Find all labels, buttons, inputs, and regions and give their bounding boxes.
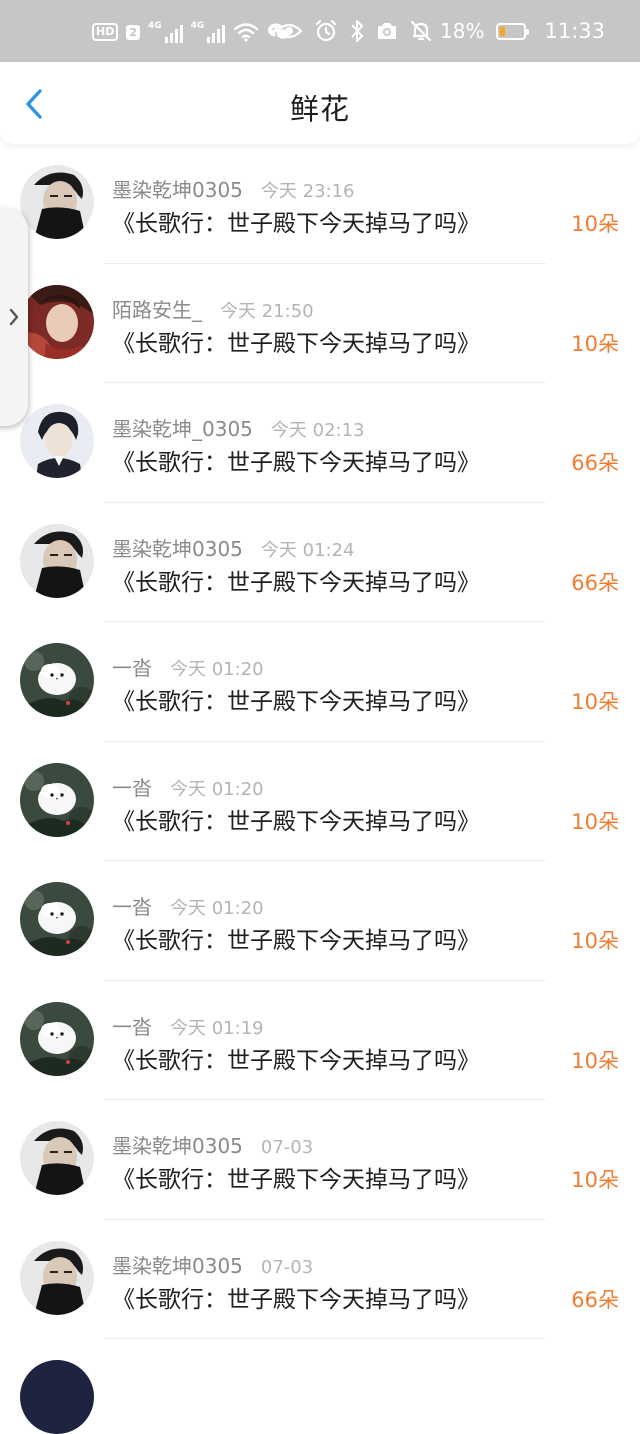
eye-icon — [276, 22, 303, 40]
username[interactable]: 墨染乾坤0305 — [112, 533, 243, 562]
avatar[interactable] — [20, 165, 94, 239]
flower-record-list: 墨染乾坤0305 今天 23:16 《长歌行：世子殿下今天掉马了吗》 10朵 陌路安生_… — [0, 144, 640, 1339]
username[interactable]: 陌路安生_ — [112, 294, 202, 323]
timestamp: 今天 01:20 — [170, 898, 264, 919]
bluetooth-icon — [350, 19, 364, 43]
wifi-icon — [233, 22, 259, 42]
divider — [104, 1338, 546, 1339]
list-item[interactable]: 一沓 今天 01:20 《长歌行：世子殿下今天掉马了吗》 10朵 — [0, 861, 640, 981]
username[interactable]: 墨染乾坤0305 — [112, 1250, 243, 1279]
username[interactable]: 一沓 — [112, 1011, 152, 1040]
book-title[interactable]: 《长歌行：世子殿下今天掉马了吗》 — [112, 921, 480, 955]
timestamp: 今天 01:20 — [170, 659, 264, 680]
avatar[interactable] — [20, 1360, 94, 1434]
item-meta: 陌路安生_ 今天 21:50 — [112, 294, 314, 323]
timestamp: 今天 23:16 — [260, 181, 355, 202]
flower-count: 10朵 — [571, 1048, 619, 1073]
flower-count: 10朵 — [571, 690, 619, 714]
book-title[interactable]: 《长歌行：世子殿下今天掉马了吗》 — [112, 324, 480, 358]
list-item[interactable]: 墨染乾坤_0305 今天 02:13 《长歌行：世子殿下今天掉马了吗》 66朵 — [0, 383, 640, 503]
avatar[interactable] — [20, 284, 94, 359]
list-item[interactable]: 陌路安生_ 今天 21:50 《长歌行：世子殿下今天掉马了吗》 10朵 — [0, 264, 640, 383]
flower-count: 66朵 — [571, 1287, 619, 1312]
username[interactable]: 墨染乾坤0305 — [112, 1130, 243, 1159]
item-meta: 墨染乾坤0305 07-03 — [112, 1130, 313, 1159]
sim-badge: 2 — [126, 24, 140, 40]
list-item[interactable]: 一沓 今天 01:20 《长歌行：世子殿下今天掉马了吗》 10朵 — [0, 622, 640, 742]
item-meta: 一沓 今天 01:20 — [112, 652, 264, 681]
page-title: 鲜花 — [289, 92, 350, 126]
timestamp: 今天 02:13 — [270, 420, 365, 441]
nav-header: 鲜花 — [0, 62, 640, 144]
alarm-icon — [314, 19, 338, 43]
camera-icon — [376, 21, 398, 41]
book-title[interactable]: 《长歌行：世子殿下今天掉马了吗》 — [112, 802, 480, 836]
mute-icon — [410, 20, 432, 42]
list-item[interactable]: 一沓 今天 01:20 《长歌行：世子殿下今天掉马了吗》 10朵 — [0, 742, 640, 861]
item-meta: 一沓 今天 01:20 — [112, 891, 264, 920]
avatar[interactable] — [20, 762, 94, 837]
book-title[interactable]: 《长歌行：世子殿下今天掉马了吗》 — [112, 204, 480, 238]
item-meta: 墨染乾坤0305 今天 23:16 — [112, 174, 355, 203]
flower-count: 10朵 — [571, 331, 619, 356]
status-bar: HD 2 4G 4G 18% 11:33 — [0, 0, 640, 62]
book-title[interactable]: 《长歌行：世子殿下今天掉马了吗》 — [112, 1041, 480, 1075]
timestamp: 今天 21:50 — [220, 300, 314, 322]
username[interactable]: 一沓 — [112, 891, 152, 920]
book-title[interactable]: 《长歌行：世子殿下今天掉马了吗》 — [112, 1160, 480, 1194]
flower-count: 10朵 — [571, 929, 619, 953]
timestamp: 07-03 — [260, 1256, 314, 1278]
avatar[interactable] — [20, 1121, 94, 1195]
list-item[interactable]: 墨染乾坤0305 今天 23:16 《长歌行：世子殿下今天掉马了吗》 10朵 — [0, 144, 640, 264]
item-meta: 墨染乾坤0305 07-03 — [112, 1250, 313, 1279]
timestamp: 今天 01:19 — [170, 1017, 264, 1039]
avatar[interactable] — [20, 1001, 94, 1076]
avatar[interactable] — [20, 404, 94, 478]
list-item[interactable]: 墨染乾坤0305 07-03 《长歌行：世子殿下今天掉马了吗》 66朵 — [0, 1220, 640, 1339]
status-left: HD 2 4G 4G — [92, 18, 292, 46]
signal-icon: 4G — [148, 21, 183, 43]
timestamp: 07-03 — [260, 1137, 314, 1158]
avatar[interactable] — [20, 1240, 94, 1315]
list-item[interactable]: 墨染乾坤0305 07-03 《长歌行：世子殿下今天掉马了吗》 10朵 — [0, 1100, 640, 1220]
status-right: 18% 11:33 — [276, 14, 605, 48]
avatar[interactable] — [20, 882, 94, 956]
username[interactable]: 一沓 — [112, 652, 152, 681]
hd-badge: HD — [92, 23, 119, 41]
flower-count: 66朵 — [571, 451, 619, 475]
side-drawer-handle[interactable] — [0, 208, 28, 426]
signal-icon: 4G — [191, 21, 226, 43]
clock: 11:33 — [544, 19, 605, 43]
username[interactable]: 墨染乾坤_0305 — [112, 413, 253, 442]
network-label: 4G — [190, 21, 205, 31]
book-title[interactable]: 《长歌行：世子殿下今天掉马了吗》 — [112, 563, 480, 597]
avatar[interactable] — [20, 523, 94, 598]
username[interactable]: 墨染乾坤0305 — [112, 174, 243, 203]
battery-level — [500, 26, 506, 36]
chevron-right-icon — [9, 308, 19, 326]
avatar[interactable] — [20, 643, 94, 717]
item-meta: 墨染乾坤0305 今天 01:24 — [112, 533, 355, 562]
network-label: 4G — [148, 21, 162, 31]
battery-icon — [496, 22, 530, 40]
flower-count: 10朵 — [571, 809, 619, 834]
flower-count: 10朵 — [571, 212, 619, 236]
flower-count: 66朵 — [571, 570, 619, 595]
timestamp: 今天 01:24 — [260, 539, 355, 561]
timestamp: 今天 01:20 — [170, 778, 264, 800]
list-item[interactable]: 一沓 今天 01:19 《长歌行：世子殿下今天掉马了吗》 10朵 — [0, 981, 640, 1100]
book-title[interactable]: 《长歌行：世子殿下今天掉马了吗》 — [112, 443, 480, 477]
item-meta: 一沓 今天 01:19 — [112, 1011, 264, 1040]
item-meta: 一沓 今天 01:20 — [112, 772, 264, 801]
book-title[interactable]: 《长歌行：世子殿下今天掉马了吗》 — [112, 1280, 480, 1314]
list-item[interactable]: 墨染乾坤0305 今天 01:24 《长歌行：世子殿下今天掉马了吗》 66朵 — [0, 503, 640, 622]
battery-percent: 18% — [440, 19, 485, 43]
username[interactable]: 一沓 — [112, 772, 152, 801]
book-title[interactable]: 《长歌行：世子殿下今天掉马了吗》 — [112, 682, 480, 716]
flower-count: 10朵 — [571, 1168, 619, 1192]
item-meta: 墨染乾坤_0305 今天 02:13 — [112, 413, 365, 442]
